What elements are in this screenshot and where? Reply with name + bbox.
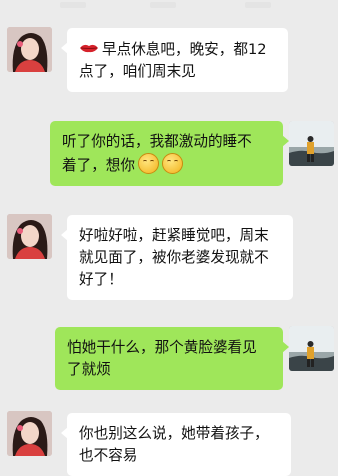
message-text-line: 了就烦 (67, 361, 111, 378)
kiss-face-icon (161, 153, 183, 174)
message-text-line: 就见面了，被你老婆发现就不 (79, 249, 269, 266)
message-text-line: 也不容易 (79, 447, 138, 464)
lips-icon (79, 38, 99, 53)
contact-avatar[interactable] (7, 27, 52, 72)
contact-avatar[interactable] (7, 214, 52, 259)
message-text-line: 听了你的话，我都激动的睡不 (62, 133, 252, 150)
timestamp-pill (245, 2, 271, 8)
message-text-line: 好啦好啦，赶紧睡觉吧，周末 (79, 227, 269, 244)
kiss-face-icon (137, 153, 159, 174)
top-edge (0, 0, 338, 14)
user-avatar[interactable] (289, 326, 334, 371)
timestamp-pill (150, 2, 176, 8)
message-text-line: 着了，想你 (62, 157, 135, 174)
timestamp-pill (60, 2, 86, 8)
user-avatar[interactable] (289, 121, 334, 166)
message-text-line: 点了，咱们周末见 (79, 63, 196, 80)
message-text-line: 早点休息吧，晚安，都12 (102, 41, 267, 58)
message-bubble[interactable]: 听了你的话，我都激动的睡不 着了，想你 (50, 121, 289, 186)
message-bubble[interactable]: 好啦好啦，赶紧睡觉吧，周末 就见面了，被你老婆发现就不 好了！ (61, 215, 293, 300)
message-text-line: 怕她干什么，那个黄脸婆看见 (67, 339, 257, 356)
message-bubble[interactable]: 早点休息吧，晚安，都12 点了，咱们周末见 (61, 28, 288, 92)
message-bubble[interactable]: 你也别这么说，她带着孩子， 也不容易 (61, 413, 291, 476)
message-text-line: 好了！ (79, 271, 123, 288)
contact-avatar[interactable] (7, 411, 52, 456)
message-bubble[interactable]: 怕她干什么，那个黄脸婆看见 了就烦 (55, 327, 289, 390)
message-text-line: 你也别这么说，她带着孩子， (79, 425, 269, 442)
